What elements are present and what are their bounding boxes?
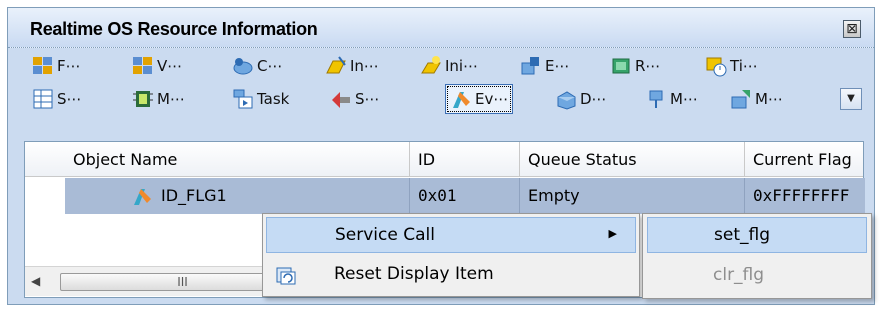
toolbar-row-1: F⋯ V⋯ C⋯ In⋯ Ini⋯ E⋯ R⋯ Ti⋯ (20, 51, 860, 81)
toolbar-overflow-button[interactable]: ▼ (840, 88, 862, 110)
window-title: Realtime OS Resource Information (30, 19, 318, 39)
tab-eventflag[interactable]: Ev⋯ (445, 84, 514, 114)
tab-task[interactable]: Task (232, 84, 289, 114)
tab-dataqueue[interactable]: D⋯ (555, 84, 607, 114)
tab-ready-queue-label: R⋯ (635, 57, 661, 75)
dataqueue-icon (555, 88, 577, 110)
close-button[interactable]: ⊠ (843, 20, 861, 38)
menu-item-clr-flg: clr_flg (647, 258, 867, 294)
tab-semaphore-label: S⋯ (57, 90, 82, 108)
mailbox-icon (645, 88, 667, 110)
column-header-id[interactable]: ID (410, 142, 520, 177)
table-row[interactable]: ID_FLG1 0x01 Empty 0xFFFFFFFF (65, 178, 865, 214)
eventflag-icon (131, 185, 153, 207)
column-header-queue-status[interactable]: Queue Status (520, 142, 745, 177)
tab-eventflag-label: Ev⋯ (475, 90, 509, 108)
eventflag-icon (450, 88, 472, 110)
tab-interrupt-label: In⋯ (350, 57, 379, 75)
tab-initial-handler-label: Ini⋯ (445, 57, 479, 75)
tab-mailbox[interactable]: M⋯ (645, 84, 698, 114)
tab-message-buffer[interactable]: M⋯ (730, 84, 783, 114)
context-menu: Service Call ▶ Reset Display Item (262, 213, 640, 297)
tab-message-buffer-label: M⋯ (755, 90, 783, 108)
menu-item-service-call[interactable]: Service Call ▶ (266, 217, 636, 253)
tab-version-label: V⋯ (157, 57, 183, 75)
reset-display-icon (275, 264, 297, 286)
context-icon (232, 55, 254, 77)
memory-icon (132, 88, 154, 110)
submenu-arrow-icon: ▶ (608, 227, 617, 240)
menu-item-set-flg[interactable]: set_flg (647, 217, 867, 253)
tab-memory-pool-label: M⋯ (157, 90, 185, 108)
ready-queue-icon (610, 55, 632, 77)
message-buffer-icon (730, 88, 752, 110)
tab-task-label: Task (257, 90, 290, 108)
tab-dataqueue-label: D⋯ (580, 90, 607, 108)
semaphore-icon (32, 88, 54, 110)
tab-exception-label: E⋯ (545, 57, 570, 75)
tab-ready-queue[interactable]: R⋯ (610, 51, 660, 81)
tab-exception[interactable]: E⋯ (520, 51, 569, 81)
tab-mailbox-label: M⋯ (670, 90, 698, 108)
menu-item-set-flg-label: set_flg (714, 225, 770, 245)
scheduler-icon (330, 88, 352, 110)
tab-features[interactable]: F⋯ (32, 51, 81, 81)
column-header-current-flag[interactable]: Current Flag (745, 142, 865, 177)
scroll-left-arrow-icon[interactable]: ◀ (31, 274, 40, 288)
title-bar: Realtime OS Resource Information ⊠ (8, 8, 874, 48)
menu-item-reset-display-label: Reset Display Item (334, 264, 494, 284)
service-call-submenu: set_flg clr_flg (642, 213, 872, 299)
interrupt-icon (325, 55, 347, 77)
tab-memory-pool[interactable]: M⋯ (132, 84, 185, 114)
cell-queue-status: Empty (520, 178, 745, 214)
menu-item-service-call-label: Service Call (335, 225, 435, 245)
tab-features-label: F⋯ (57, 57, 81, 75)
column-header-object-name[interactable]: Object Name (65, 142, 410, 177)
tab-interrupt[interactable]: In⋯ (325, 51, 379, 81)
tab-timer-label: Ti⋯ (730, 57, 758, 75)
timer-icon (705, 55, 727, 77)
menu-item-clr-flg-label: clr_flg (713, 265, 765, 285)
initial-handler-icon (420, 55, 442, 77)
tab-context-label: C⋯ (257, 57, 283, 75)
cell-current-flag: 0xFFFFFFFF (753, 186, 850, 205)
tab-semaphore[interactable]: S⋯ (32, 84, 82, 114)
tab-scheduler[interactable]: S⋯ (330, 84, 380, 114)
features-icon (32, 55, 54, 77)
tab-context[interactable]: C⋯ (232, 51, 282, 81)
tab-version[interactable]: V⋯ (132, 51, 182, 81)
menu-item-reset-display[interactable]: Reset Display Item (266, 257, 636, 293)
cell-id: 0x01 (410, 178, 520, 214)
grid-header: Object Name ID Queue Status Current Flag (25, 142, 863, 177)
toolbar-row-2: S⋯ M⋯ Task S⋯ Ev⋯ D⋯ M⋯ M⋯ ▼ (20, 84, 862, 114)
task-icon (232, 88, 254, 110)
exception-icon (520, 55, 542, 77)
tab-scheduler-label: S⋯ (355, 90, 380, 108)
cell-object-name: ID_FLG1 (153, 178, 410, 214)
tab-initial-handler[interactable]: Ini⋯ (420, 51, 478, 81)
version-icon (132, 55, 154, 77)
tab-timer[interactable]: Ti⋯ (705, 51, 758, 81)
